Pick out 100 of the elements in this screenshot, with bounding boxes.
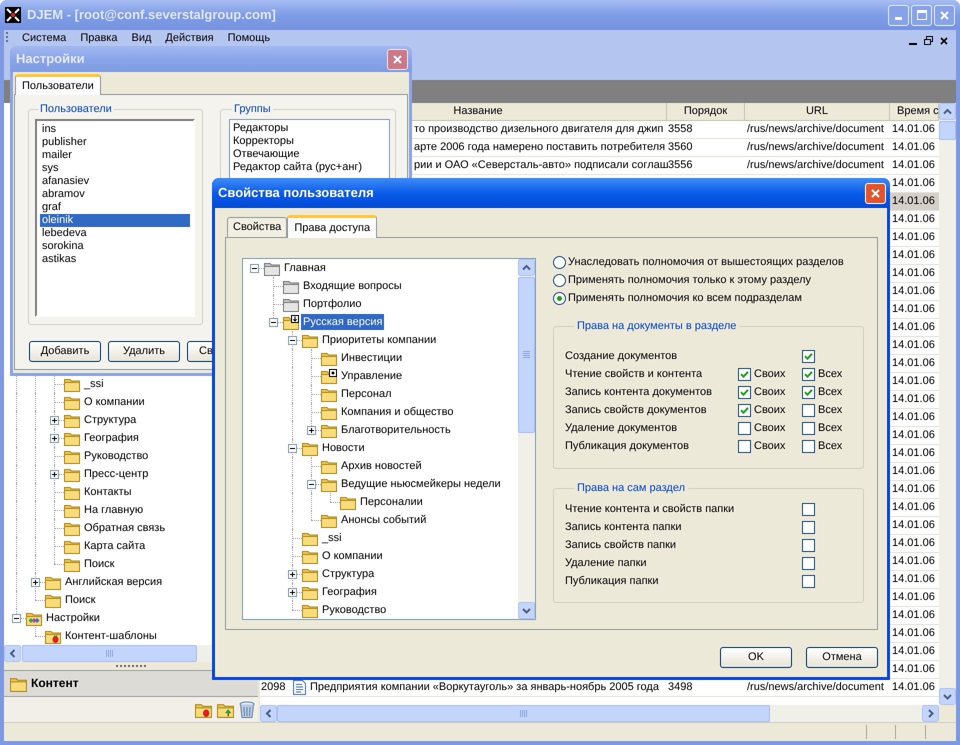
tree-item[interactable]: Персоналии [358,494,425,510]
tree-item[interactable]: Пресс-центр [82,466,150,482]
column-header[interactable]: Порядок [667,103,745,120]
checkbox[interactable] [738,386,751,398]
dialog-button[interactable]: Добавить [29,341,101,362]
collapse-icon[interactable] [12,614,21,623]
list-item[interactable]: sys [40,162,190,175]
restore-icon[interactable] [924,36,933,45]
collapse-icon[interactable] [307,480,316,489]
tree-item[interactable]: Карта сайта [82,538,148,554]
close-icon[interactable] [940,37,948,45]
tree-item[interactable]: Контент-шаблоны [63,628,159,644]
checkbox[interactable] [738,368,751,380]
tree-item[interactable]: Поиск [82,556,116,572]
tree-item[interactable]: Поиск [63,592,98,608]
list-item[interactable]: sorokina [40,240,190,253]
folder-with-berry-icon[interactable] [195,702,212,718]
tree-item[interactable]: О компании [82,394,147,410]
tree-item[interactable]: Персонал [339,386,394,402]
tree-item[interactable]: Английская версия [63,574,164,590]
tree-item[interactable]: Ведущие ньюсмейкеры недели [339,476,503,492]
checkbox[interactable] [802,350,815,362]
tab[interactable]: Свойства [227,217,288,237]
collapse-icon[interactable] [269,318,278,327]
tree-item[interactable]: География [82,430,141,446]
tree-item[interactable]: Архив новостей [339,458,424,474]
tree-item[interactable]: Структура [82,412,138,428]
tree-item[interactable]: На главную [82,502,146,518]
menu-item[interactable]: Система [15,31,74,45]
trash-icon[interactable] [239,700,255,718]
menu-item[interactable]: Вид [124,31,158,45]
grip-icon[interactable] [6,32,9,44]
list-item[interactable]: astikas [40,253,190,266]
scrollbar-thumb[interactable] [939,121,956,140]
checkbox[interactable] [802,538,815,552]
tree-item[interactable]: О компании [320,548,385,564]
checkbox[interactable] [738,422,751,434]
expand-icon[interactable] [288,588,297,597]
expand-icon[interactable] [50,434,59,443]
checkbox[interactable] [802,368,815,380]
tree-item[interactable]: Инвестиции [339,350,404,366]
list-item[interactable]: mailer [40,149,190,162]
checkbox[interactable] [802,520,815,534]
checkbox[interactable] [738,404,751,416]
checkbox[interactable] [802,556,815,570]
expand-icon[interactable] [31,578,40,587]
list-item[interactable]: publisher [40,136,190,149]
dialog-button[interactable]: OK [720,647,792,668]
scrollbar-thumb[interactable] [518,277,535,433]
expand-icon[interactable] [50,470,59,479]
dialog-button[interactable]: Отмена [806,647,878,668]
tree-item[interactable]: Руководство [320,602,388,618]
expand-icon[interactable] [288,570,297,579]
tree-item[interactable]: Управление [339,368,404,384]
tree-item[interactable]: Компания и общество [339,404,456,420]
folder-with-tree-icon[interactable] [217,702,234,718]
dialog-button[interactable]: Удалить [108,341,180,362]
vertical-scrollbar[interactable] [518,259,535,619]
tree-item[interactable]: Анонсы событий [339,512,428,528]
list-item[interactable]: lebedeva [40,227,190,240]
tree-item[interactable]: Благотворительность [339,422,453,438]
radio-button[interactable] [553,292,566,304]
scrollbar-thumb[interactable] [277,705,770,722]
list-item[interactable]: graf [40,201,190,214]
tree-item[interactable]: Контакты [82,484,134,500]
list-item[interactable]: abramov [40,188,190,201]
tree-item[interactable]: Русская версия [301,314,384,330]
tree-item[interactable]: Приоритеты компании [320,332,438,348]
tree-item[interactable]: Портфолио [301,296,364,312]
checkbox[interactable] [802,574,815,588]
close-button[interactable] [387,48,408,70]
checkbox[interactable] [802,386,815,398]
radio-button[interactable] [553,256,566,268]
checkbox[interactable] [802,404,815,416]
tree-item[interactable]: География [320,584,379,600]
tree-item[interactable]: Входящие вопросы [301,278,404,294]
menu-item[interactable]: Помощь [220,31,278,45]
expand-icon[interactable] [307,426,316,435]
menu-item[interactable]: Правка [73,31,124,45]
tab[interactable]: Права доступа [287,215,378,238]
tree-item[interactable]: Структура [320,566,376,582]
tree-item[interactable]: Обратная связь [82,520,168,536]
expand-icon[interactable] [50,416,59,425]
checkbox[interactable] [802,440,815,452]
list-item[interactable]: oleinik [40,214,190,227]
collapse-icon[interactable] [250,264,259,273]
collapse-icon[interactable] [288,336,297,345]
menu-item[interactable]: Действия [158,31,221,45]
horizontal-scrollbar[interactable] [260,705,939,722]
table-row[interactable]: 2098 Предприятия компании «Воркутауголь» за январь-ноябрь 2005 года 3498 /rus/news/archive/document 14.01.06 [260,679,939,697]
list-item[interactable]: ins [40,123,190,136]
checkbox[interactable] [738,440,751,452]
tree-item[interactable]: _ssi [82,376,106,392]
list-item[interactable]: afanasiev [40,175,190,188]
tree-item[interactable]: Главная [282,260,328,276]
checkbox[interactable] [802,422,815,434]
radio-button[interactable] [553,274,566,286]
column-header[interactable]: URL [745,103,890,120]
tree-item[interactable]: Настройки [44,610,102,626]
scrollbar-thumb[interactable] [22,645,197,662]
